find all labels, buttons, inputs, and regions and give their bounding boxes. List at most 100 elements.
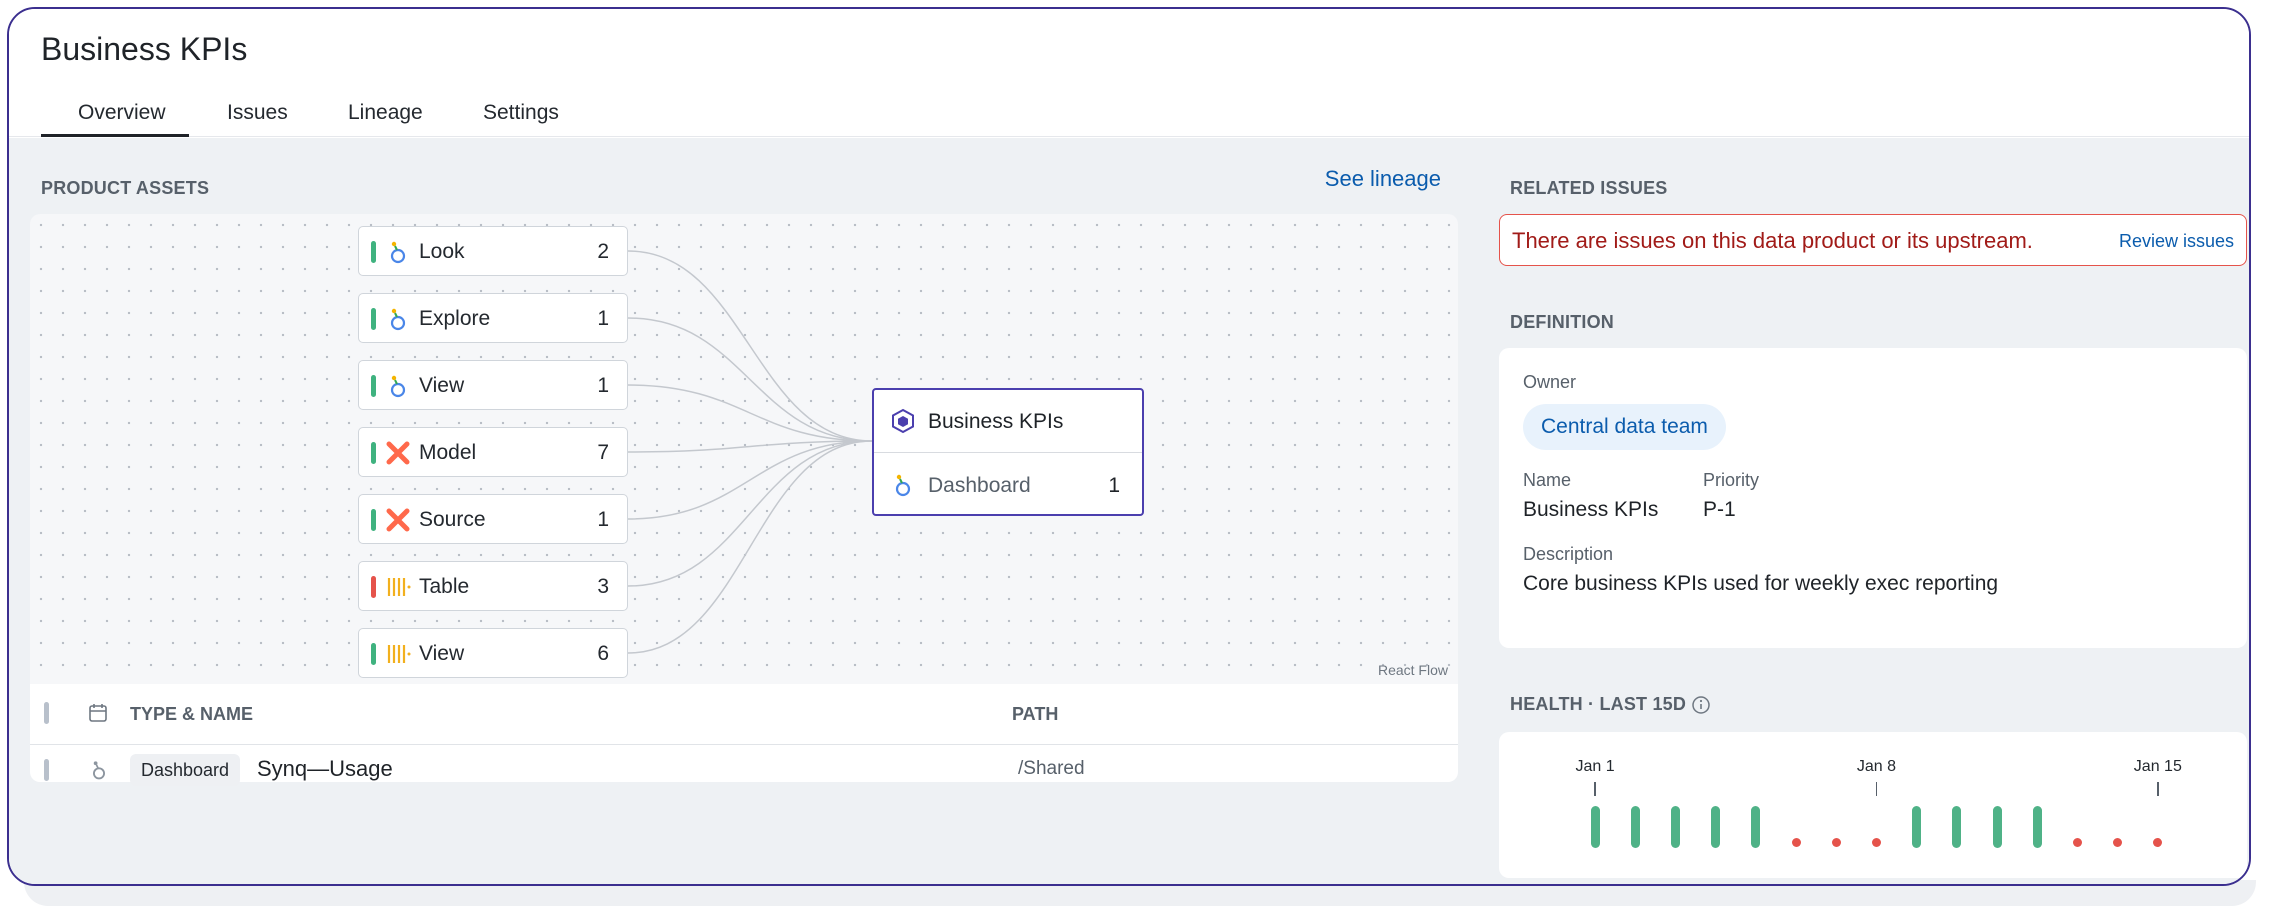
data-product-item-label: Dashboard: [928, 474, 1031, 497]
flow-node-explore[interactable]: Explore 1: [358, 293, 628, 343]
flow-node-source[interactable]: Source 1: [358, 494, 628, 544]
health-heading: HEALTH · LAST 15D: [1510, 694, 1687, 714]
health-day-fail[interactable]: [1871, 838, 1881, 847]
status-indicator: [371, 375, 376, 397]
table-bars-icon: [387, 578, 411, 596]
health-day-ok[interactable]: [1751, 806, 1761, 848]
node-label: Explore: [419, 307, 491, 330]
status-indicator: [371, 241, 376, 263]
status-indicator: [371, 308, 376, 330]
node-count: 1: [597, 508, 609, 531]
description-value: Core business KPIs used for weekly exec …: [1523, 572, 1999, 595]
tab-lineage[interactable]: Lineage: [348, 101, 423, 125]
column-header-type-name[interactable]: TYPE & NAME: [130, 704, 253, 725]
asset-type-badge: Dashboard: [130, 754, 241, 786]
product-assets-heading: PRODUCT ASSETS: [41, 178, 210, 198]
health-day-ok[interactable]: [1952, 806, 1962, 848]
health-day-ok[interactable]: [1711, 806, 1721, 848]
tab-settings[interactable]: Settings: [483, 101, 559, 125]
health-day-ok[interactable]: [1670, 806, 1680, 848]
health-day-fail[interactable]: [1791, 838, 1801, 847]
name-label: Name: [1523, 470, 1572, 490]
status-indicator: [371, 643, 376, 665]
node-count: 6: [597, 642, 609, 665]
status-indicator: [371, 576, 376, 598]
date-tick: [1594, 782, 1596, 796]
health-day-fail[interactable]: [2153, 838, 2163, 847]
divider: [30, 744, 1458, 745]
dbt-icon: [386, 441, 410, 465]
row-status-marker: [44, 759, 49, 781]
health-day-ok[interactable]: [1590, 806, 1600, 848]
definition-card: Owner Central data team Name Business KP…: [1499, 348, 2247, 648]
priority-value: P-1: [1703, 498, 1736, 521]
table-bars-icon: [387, 645, 411, 663]
flow-node-table[interactable]: Table 3: [358, 561, 628, 611]
looker-icon: [92, 761, 106, 780]
date-label-jan-15: Jan 15: [2133, 758, 2182, 775]
flow-edge: [627, 440, 873, 587]
asset-path: /Shared: [1018, 758, 1085, 779]
see-lineage-link[interactable]: See lineage: [1325, 166, 1441, 192]
node-label: View: [419, 642, 465, 665]
health-day-ok[interactable]: [1630, 806, 1640, 848]
date-tick: [1875, 782, 1878, 796]
node-label: Look: [419, 240, 465, 263]
node-count: 1: [597, 307, 609, 330]
lineage-flow-canvas[interactable]: Look 2 Explore 1 View 1 Model 7 Source 1…: [30, 214, 1458, 684]
review-issues-link[interactable]: Review issues: [2119, 231, 2234, 252]
dbt-icon: [386, 508, 410, 532]
node-count: 3: [597, 575, 609, 598]
assets-table: TYPE & NAME PATH Dashboard Synq—Usage /S…: [30, 684, 1458, 786]
node-label: Model: [419, 441, 477, 464]
flow-node-model[interactable]: Model 7: [358, 427, 628, 477]
node-label: View: [419, 374, 465, 397]
health-day-ok[interactable]: [1912, 806, 1922, 848]
node-count: 7: [597, 441, 609, 464]
divider: [874, 452, 1142, 453]
health-day-fail[interactable]: [2072, 838, 2082, 847]
health-day-ok[interactable]: [1992, 806, 2002, 848]
health-card: Jan 1 Jan 8 Jan 15: [1499, 732, 2247, 878]
tab-overview[interactable]: Overview: [78, 101, 166, 125]
looker-icon: [895, 474, 911, 497]
flow-edge: [627, 317, 873, 442]
health-day-ok[interactable]: [2032, 806, 2042, 848]
data-product-node[interactable]: Business KPIs Dashboard 1: [872, 388, 1144, 516]
node-count: 2: [597, 240, 609, 263]
window-frame: Business KPIs Overview Issues Lineage Se…: [7, 7, 2251, 886]
health-day-fail[interactable]: [1831, 838, 1841, 847]
looker-icon: [390, 308, 406, 331]
flow-node-view-table[interactable]: View 6: [358, 628, 628, 678]
flow-node-view[interactable]: View 1: [358, 360, 628, 410]
main-content: PRODUCT ASSETS See lineage Look 2 Explor…: [9, 138, 2249, 884]
info-icon[interactable]: [1691, 695, 1711, 715]
owner-chip[interactable]: Central data team: [1523, 404, 1726, 450]
status-indicator: [371, 442, 376, 464]
looker-icon: [390, 241, 406, 264]
column-status-marker: [44, 702, 49, 724]
data-product-title: Business KPIs: [928, 410, 1064, 433]
flow-edge: [627, 440, 873, 520]
flow-edge: [627, 440, 873, 654]
health-day-fail[interactable]: [2113, 838, 2123, 847]
hexagon-icon: [892, 408, 914, 434]
active-tab-indicator: [41, 134, 189, 137]
asset-name[interactable]: Synq—Usage: [257, 756, 393, 782]
column-header-path[interactable]: PATH: [1012, 704, 1058, 725]
page-title: Business KPIs: [41, 31, 248, 67]
node-label: Table: [419, 575, 470, 598]
tab-issues[interactable]: Issues: [227, 101, 288, 125]
priority-label: Priority: [1703, 470, 1760, 490]
flow-node-look[interactable]: Look 2: [358, 226, 628, 276]
react-flow-attribution[interactable]: React Flow: [1378, 662, 1448, 678]
data-product-item-count: 1: [1108, 474, 1120, 497]
calendar-icon: [89, 704, 107, 722]
definition-heading: DEFINITION: [1510, 312, 1614, 332]
description-label: Description: [1523, 544, 1614, 564]
node-count: 1: [597, 374, 609, 397]
issues-alert: There are issues on this data product or…: [1499, 214, 2247, 266]
status-indicator: [371, 509, 376, 531]
name-value: Business KPIs: [1523, 498, 1659, 521]
related-issues-heading: RELATED ISSUES: [1510, 178, 1668, 198]
